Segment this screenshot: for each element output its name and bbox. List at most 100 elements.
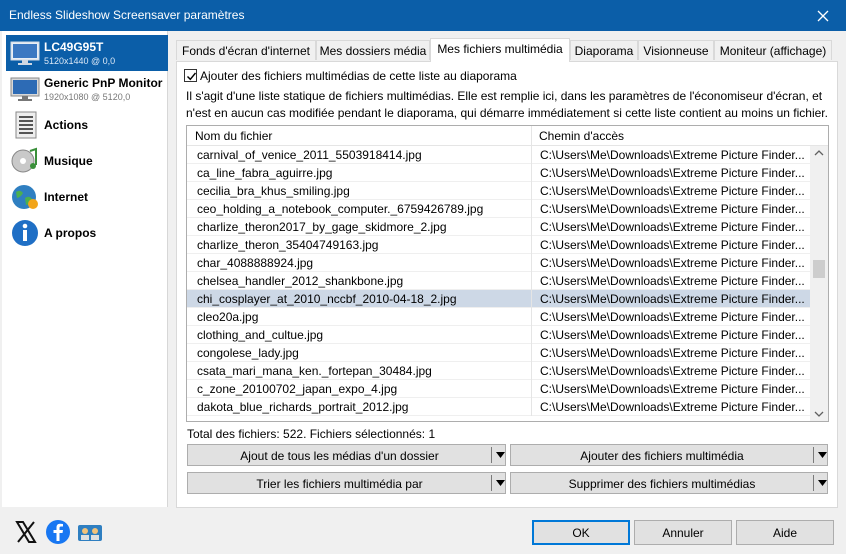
scroll-up-icon[interactable]	[814, 149, 824, 157]
file-path-cell: C:\Users\Me\Downloads\Extreme Picture Fi…	[540, 382, 805, 396]
close-icon	[817, 10, 829, 21]
sidebar-item-sub: 1920x1080 @ 5120,0	[44, 92, 131, 102]
cell-divider	[531, 362, 532, 380]
table-row[interactable]: carnival_of_venice_2011_5503918414.jpg C:…	[187, 146, 810, 164]
add-to-slideshow-label: Ajouter des fichiers multimédias de cett…	[200, 69, 517, 83]
table-row[interactable]: congolese_lady.jpg C:\Users\Me\Downloads\…	[187, 344, 810, 362]
file-path-cell: C:\Users\Me\Downloads\Extreme Picture Fi…	[540, 256, 805, 270]
add-files-dropdown[interactable]	[814, 445, 830, 465]
vertical-scrollbar[interactable]	[810, 146, 828, 421]
window-title: Endless Slideshow Screensaver paramètres	[9, 8, 245, 22]
sidebar-item-internet[interactable]: Internet	[6, 179, 168, 215]
cell-divider	[531, 326, 532, 344]
cell-divider	[531, 380, 532, 398]
add-folder-button[interactable]: Ajout de tous les médias d'un dossier	[187, 444, 506, 466]
table-row[interactable]: ca_line_fabra_aguirre.jpg C:\Users\Me\Dow…	[187, 164, 810, 182]
dropdown-arrow-icon	[495, 480, 505, 486]
column-header-path[interactable]: Chemin d'accès	[539, 129, 624, 143]
scroll-thumb[interactable]	[813, 260, 825, 278]
ok-button[interactable]: OK	[532, 520, 630, 545]
actions-list-icon	[15, 111, 37, 139]
monitor-icon	[10, 41, 40, 65]
file-path-cell: C:\Users\Me\Downloads\Extreme Picture Fi…	[540, 400, 805, 414]
cell-divider	[531, 164, 532, 182]
tab-fonds-ecran-internet[interactable]: Fonds d'écran d'internet	[176, 40, 316, 60]
facebook-icon[interactable]	[45, 519, 71, 545]
sidebar-item-actions[interactable]: Actions	[6, 107, 168, 143]
file-path-cell: C:\Users\Me\Downloads\Extreme Picture Fi…	[540, 166, 805, 180]
file-path-cell: C:\Users\Me\Downloads\Extreme Picture Fi…	[540, 184, 805, 198]
table-row[interactable]: cleo20a.jpg C:\Users\Me\Downloads\Extreme…	[187, 308, 810, 326]
file-list[interactable]: Nom du fichier Chemin d'accès carnival_o…	[186, 125, 829, 422]
cell-divider	[531, 398, 532, 416]
info-icon	[12, 220, 38, 246]
community-icon[interactable]	[77, 519, 103, 545]
table-row[interactable]: ceo_holding_a_notebook_computer._6759426…	[187, 200, 810, 218]
cell-divider	[531, 200, 532, 218]
add-to-slideshow-checkbox[interactable]	[184, 69, 197, 82]
scroll-down-icon[interactable]	[814, 410, 824, 418]
close-button[interactable]	[800, 0, 846, 31]
table-row[interactable]: clothing_and_cultue.jpg C:\Users\Me\Downl…	[187, 326, 810, 344]
help-button[interactable]: Aide	[736, 520, 834, 545]
tab-diaporama[interactable]: Diaporama	[570, 40, 638, 60]
delete-dropdown[interactable]	[814, 473, 830, 493]
file-name-cell: ca_line_fabra_aguirre.jpg	[197, 166, 333, 180]
title-bar: Endless Slideshow Screensaver paramètres	[0, 0, 846, 31]
sort-dropdown[interactable]	[492, 473, 508, 493]
dropdown-arrow-icon	[817, 452, 827, 458]
tab-moniteur-affichage[interactable]: Moniteur (affichage)	[714, 40, 832, 60]
tab-mes-fichiers-multimedia[interactable]: Mes fichiers multimédia	[430, 38, 570, 62]
add-folder-label: Ajout de tous les médias d'un dossier	[240, 449, 439, 463]
table-row[interactable]: charlize_theron2017_by_gage_skidmore_2.j…	[187, 218, 810, 236]
sidebar-item-a-propos[interactable]: A propos	[6, 215, 168, 251]
file-path-cell: C:\Users\Me\Downloads\Extreme Picture Fi…	[540, 328, 805, 342]
file-path-cell: C:\Users\Me\Downloads\Extreme Picture Fi…	[540, 148, 805, 162]
tab-mes-dossiers-media[interactable]: Mes dossiers média	[316, 40, 430, 60]
cell-divider	[531, 218, 532, 236]
add-folder-dropdown[interactable]	[492, 445, 508, 465]
file-name-cell: csata_mari_mana_ken._fortepan_30484.jpg	[197, 364, 432, 378]
sidebar-item-label: Musique	[44, 154, 93, 168]
cell-divider	[531, 182, 532, 200]
file-path-cell: C:\Users\Me\Downloads\Extreme Picture Fi…	[540, 238, 805, 252]
dropdown-arrow-icon	[817, 480, 827, 486]
add-files-button[interactable]: Ajouter des fichiers multimédia	[510, 444, 828, 466]
table-row[interactable]: char_4088888924.jpg C:\Users\Me\Downloads…	[187, 254, 810, 272]
table-row[interactable]: dakota_blue_richards_portrait_2012.jpg C:…	[187, 398, 810, 416]
table-row[interactable]: cecilia_bra_khus_smiling.jpg C:\Users\Me\…	[187, 182, 810, 200]
description-text: Il s'agit d'une liste statique de fichie…	[186, 89, 828, 120]
sidebar-item-label: A propos	[44, 226, 97, 240]
checkmark-icon	[187, 72, 197, 81]
cancel-button[interactable]: Annuler	[634, 520, 732, 545]
file-name-cell: char_4088888924.jpg	[197, 256, 314, 270]
sidebar-item-generic-pnp-monitor[interactable]: Generic PnP Monitor 1920x1080 @ 5120,0	[6, 71, 168, 107]
music-icon	[11, 147, 37, 173]
delete-button[interactable]: Supprimer des fichiers multimédias	[510, 472, 828, 494]
file-path-cell: C:\Users\Me\Downloads\Extreme Picture Fi…	[540, 274, 805, 288]
sidebar-item-label: Generic PnP Monitor	[44, 76, 163, 90]
file-path-cell: C:\Users\Me\Downloads\Extreme Picture Fi…	[540, 202, 805, 216]
sidebar-item-lc49g95t[interactable]: LC49G95T 5120x1440 @ 0,0	[6, 35, 168, 71]
sort-button[interactable]: Trier les fichiers multimédia par	[187, 472, 506, 494]
list-header: Nom du fichier Chemin d'accès	[187, 126, 828, 146]
cell-divider	[531, 254, 532, 272]
table-row[interactable]: chelsea_handler_2012_shankbone.jpg C:\Use…	[187, 272, 810, 290]
tab-visionneuse[interactable]: Visionneuse	[638, 40, 714, 60]
file-name-cell: chelsea_handler_2012_shankbone.jpg	[197, 274, 404, 288]
file-name-cell: cecilia_bra_khus_smiling.jpg	[197, 184, 350, 198]
sidebar-item-musique[interactable]: Musique	[6, 143, 168, 179]
cell-divider	[531, 290, 532, 308]
table-row[interactable]: charlize_theron_35404749163.jpg C:\Users\…	[187, 236, 810, 254]
list-rows: carnival_of_venice_2011_5503918414.jpg C:…	[187, 146, 810, 421]
table-row[interactable]: csata_mari_mana_ken._fortepan_30484.jpg C…	[187, 362, 810, 380]
column-divider[interactable]	[531, 126, 532, 146]
x-icon[interactable]	[13, 519, 39, 545]
table-row[interactable]: chi_cosplayer_at_2010_nccbf_2010-04-18_2…	[187, 290, 810, 308]
file-name-cell: charlize_theron_35404749163.jpg	[197, 238, 379, 252]
column-header-name[interactable]: Nom du fichier	[195, 129, 272, 143]
file-name-cell: carnival_of_venice_2011_5503918414.jpg	[197, 148, 422, 162]
file-name-cell: chi_cosplayer_at_2010_nccbf_2010-04-18_2…	[197, 292, 457, 306]
file-name-cell: cleo20a.jpg	[197, 310, 259, 324]
table-row[interactable]: c_zone_20100702_japan_expo_4.jpg C:\Users…	[187, 380, 810, 398]
